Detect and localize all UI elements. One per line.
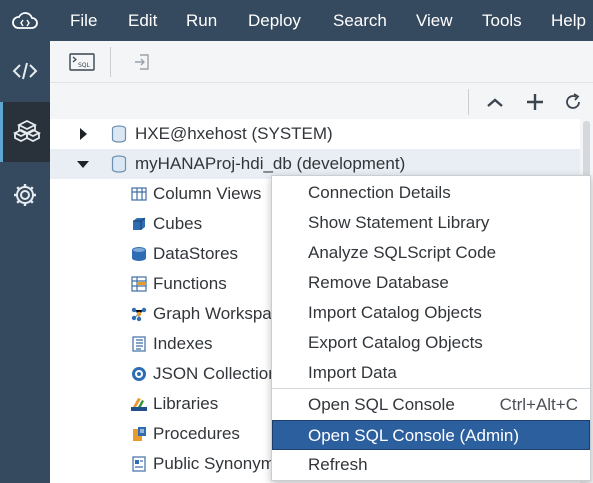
menu-item-label: Export Catalog Objects bbox=[308, 333, 483, 352]
menu-item-open-sql-console[interactable]: Open SQL Console Ctrl+Alt+C bbox=[272, 390, 590, 420]
cloud-code-logo-icon bbox=[0, 0, 50, 41]
menu-item-import-catalog-objects[interactable]: Import Catalog Objects bbox=[272, 298, 590, 328]
svg-text:SQL: SQL bbox=[78, 62, 91, 69]
menu-item-import-data[interactable]: Import Data bbox=[272, 358, 590, 388]
menu-item-open-sql-console-admin[interactable]: Open SQL Console (Admin) bbox=[272, 420, 590, 450]
tree-node-label: myHANAProj-hdi_db (development) bbox=[135, 154, 406, 173]
tree-node-label: JSON Collections bbox=[153, 364, 287, 383]
database-explorer-icon bbox=[12, 119, 41, 143]
settings-nav-button[interactable] bbox=[0, 165, 50, 225]
menu-item-connection-details[interactable]: Connection Details bbox=[272, 178, 590, 208]
datastore-icon bbox=[130, 245, 148, 263]
tree-node-label: Indexes bbox=[153, 334, 213, 353]
tree-node-label: Procedures bbox=[153, 424, 240, 443]
menu-item-label: Open SQL Console (Admin) bbox=[308, 426, 520, 445]
menu-item-remove-database[interactable]: Remove Database bbox=[272, 268, 590, 298]
synonym-icon bbox=[130, 455, 148, 473]
menu-bar: File Edit Run Deploy Search View Tools H… bbox=[0, 0, 593, 41]
tree-node-label: Functions bbox=[153, 274, 227, 293]
menu-file[interactable]: File bbox=[70, 0, 97, 41]
menu-edit[interactable]: Edit bbox=[128, 0, 157, 41]
index-icon bbox=[130, 335, 148, 353]
tree-node-label: Cubes bbox=[153, 214, 203, 233]
menu-item-label: Analyze SQLScript Code bbox=[308, 243, 497, 262]
gear-icon bbox=[14, 184, 36, 206]
database-explorer-nav-button[interactable] bbox=[0, 102, 50, 162]
import-button[interactable] bbox=[128, 49, 156, 75]
menu-item-show-statement-library[interactable]: Show Statement Library bbox=[272, 208, 590, 238]
database-icon bbox=[110, 125, 128, 143]
collapse-all-button[interactable] bbox=[482, 89, 508, 115]
json-icon bbox=[130, 365, 148, 383]
menu-tools[interactable]: Tools bbox=[482, 0, 522, 41]
code-icon bbox=[12, 62, 38, 80]
procedure-icon bbox=[130, 425, 148, 443]
add-database-button[interactable] bbox=[522, 89, 548, 115]
sql-console-icon: SQL bbox=[69, 53, 95, 71]
menu-item-label: Refresh bbox=[308, 455, 368, 474]
panel-toolbar-divider bbox=[468, 89, 469, 115]
tree-node-label: Libraries bbox=[153, 394, 219, 413]
tree-node-database[interactable]: HXE@hxehost (SYSTEM) bbox=[50, 119, 580, 149]
menu-divider bbox=[272, 388, 590, 389]
caret-down-icon[interactable] bbox=[76, 157, 90, 171]
toolbar: SQL bbox=[50, 41, 593, 83]
function-icon bbox=[130, 275, 148, 293]
refresh-button[interactable] bbox=[560, 89, 586, 115]
toolbar-divider bbox=[110, 47, 111, 77]
chevron-up-icon bbox=[487, 98, 503, 107]
menu-run[interactable]: Run bbox=[186, 0, 217, 41]
library-icon bbox=[130, 395, 148, 413]
menu-item-label: Import Data bbox=[308, 363, 397, 382]
context-menu: Connection Details Show Statement Librar… bbox=[271, 175, 591, 481]
open-sql-console-button[interactable]: SQL bbox=[68, 49, 96, 75]
development-nav-button[interactable] bbox=[0, 41, 50, 101]
tree-node-label: Public Synonyms bbox=[153, 454, 284, 473]
menu-item-shortcut: Ctrl+Alt+C bbox=[499, 395, 578, 414]
plus-icon bbox=[527, 94, 543, 110]
menu-item-label: Show Statement Library bbox=[308, 213, 490, 232]
column-view-icon bbox=[130, 185, 148, 203]
caret-right-icon[interactable] bbox=[76, 127, 90, 141]
graph-icon bbox=[130, 305, 148, 323]
side-navigation bbox=[0, 41, 50, 483]
menu-search[interactable]: Search bbox=[333, 0, 387, 41]
menu-item-label: Remove Database bbox=[308, 273, 449, 292]
import-icon bbox=[135, 54, 149, 70]
menu-deploy[interactable]: Deploy bbox=[248, 0, 301, 41]
tree-node-label: DataStores bbox=[153, 244, 239, 263]
menu-item-refresh[interactable]: Refresh bbox=[272, 450, 590, 480]
menu-item-label: Open SQL Console bbox=[308, 395, 455, 414]
menu-view[interactable]: View bbox=[416, 0, 453, 41]
menu-item-label: Import Catalog Objects bbox=[308, 303, 482, 322]
menu-item-label: Connection Details bbox=[308, 183, 451, 202]
menu-item-export-catalog-objects[interactable]: Export Catalog Objects bbox=[272, 328, 590, 358]
refresh-icon bbox=[566, 93, 580, 109]
tree-node-label: HXE@hxehost (SYSTEM) bbox=[135, 124, 333, 143]
panel-toolbar bbox=[50, 83, 593, 119]
database-icon bbox=[110, 155, 128, 173]
cube-icon bbox=[130, 215, 148, 233]
tree-node-label: Column Views bbox=[153, 184, 262, 203]
menu-item-analyze-sqlscript[interactable]: Analyze SQLScript Code bbox=[272, 238, 590, 268]
menu-help[interactable]: Help bbox=[551, 0, 586, 41]
